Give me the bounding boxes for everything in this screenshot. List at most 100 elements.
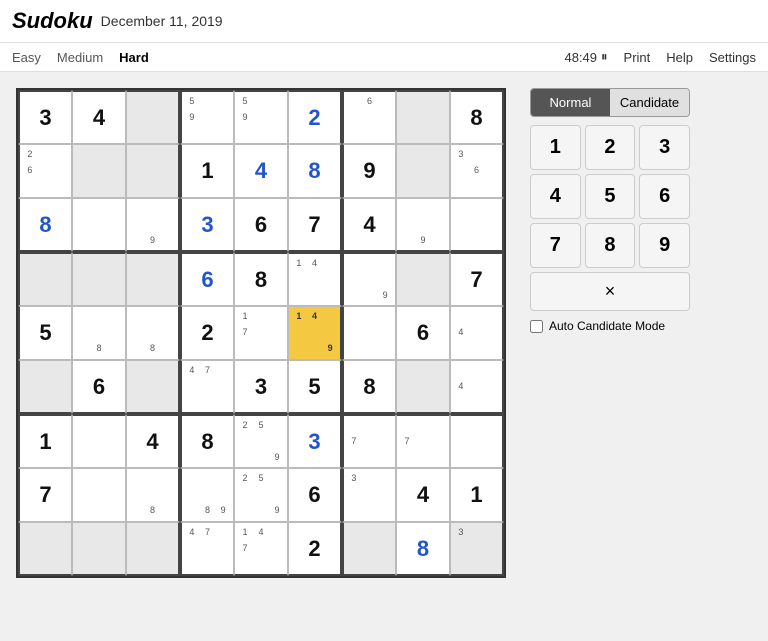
numpad-btn-7[interactable]: 7 <box>530 223 581 268</box>
cell[interactable]: 4 <box>126 414 180 468</box>
cell[interactable]: 3 <box>234 360 288 414</box>
numpad-btn-9[interactable]: 9 <box>639 223 690 268</box>
cell[interactable]: 6 <box>396 306 450 360</box>
cell[interactable]: 9 <box>126 198 180 252</box>
cell[interactable] <box>126 144 180 198</box>
cell[interactable] <box>72 252 126 306</box>
cell[interactable] <box>126 522 180 576</box>
cell[interactable]: 7 <box>288 198 342 252</box>
cell[interactable] <box>126 360 180 414</box>
cell[interactable] <box>342 306 396 360</box>
cell[interactable] <box>396 360 450 414</box>
cell[interactable]: 6 <box>180 252 234 306</box>
cell[interactable]: 259 <box>234 468 288 522</box>
cell[interactable]: 2 <box>288 522 342 576</box>
help-button[interactable]: Help <box>666 50 693 65</box>
cell[interactable]: 3 <box>18 90 72 144</box>
cell[interactable] <box>396 252 450 306</box>
cell[interactable] <box>72 468 126 522</box>
cell[interactable]: 8 <box>72 306 126 360</box>
cell[interactable]: 147 <box>234 522 288 576</box>
cell[interactable]: 7 <box>450 252 504 306</box>
numpad-btn-8[interactable]: 8 <box>585 223 636 268</box>
cell[interactable]: 4 <box>450 360 504 414</box>
cell[interactable] <box>396 144 450 198</box>
cell[interactable]: 4 <box>342 198 396 252</box>
cell[interactable]: 8 <box>234 252 288 306</box>
cell[interactable] <box>450 198 504 252</box>
numpad-btn-6[interactable]: 6 <box>639 174 690 219</box>
cell[interactable]: 1 <box>450 468 504 522</box>
cell[interactable]: 9 <box>342 252 396 306</box>
cell[interactable]: 59 <box>180 90 234 144</box>
cell[interactable]: 3 <box>288 414 342 468</box>
cell[interactable]: 1 <box>180 144 234 198</box>
cell[interactable]: 5 <box>288 360 342 414</box>
cell[interactable]: 7 <box>396 414 450 468</box>
cell[interactable] <box>450 414 504 468</box>
erase-button[interactable]: × <box>530 272 690 311</box>
numpad-btn-5[interactable]: 5 <box>585 174 636 219</box>
cell[interactable] <box>72 522 126 576</box>
cell[interactable]: 6 <box>72 360 126 414</box>
cell[interactable] <box>126 252 180 306</box>
cell[interactable] <box>126 90 180 144</box>
print-button[interactable]: Print <box>624 50 651 65</box>
cell[interactable]: 8 <box>18 198 72 252</box>
numpad-btn-1[interactable]: 1 <box>530 125 581 170</box>
cell[interactable]: 8 <box>288 144 342 198</box>
cell[interactable] <box>72 144 126 198</box>
cell[interactable]: 26 <box>18 144 72 198</box>
cell[interactable]: 89 <box>180 468 234 522</box>
cell[interactable]: 7 <box>18 468 72 522</box>
cell[interactable]: 9 <box>396 198 450 252</box>
numpad-btn-4[interactable]: 4 <box>530 174 581 219</box>
cell[interactable] <box>18 360 72 414</box>
cell[interactable]: 2 <box>288 90 342 144</box>
cell[interactable]: 6 <box>234 198 288 252</box>
cell[interactable]: 6 <box>342 90 396 144</box>
cell[interactable] <box>18 522 72 576</box>
cell[interactable] <box>342 522 396 576</box>
auto-candidate-checkbox[interactable] <box>530 320 543 333</box>
cell[interactable]: 259 <box>234 414 288 468</box>
cell[interactable]: 47 <box>180 522 234 576</box>
normal-mode-button[interactable]: Normal <box>531 89 610 116</box>
cell[interactable]: 3 <box>180 198 234 252</box>
cell[interactable]: 8 <box>450 90 504 144</box>
cell[interactable]: 4 <box>72 90 126 144</box>
cell[interactable]: 4 <box>234 144 288 198</box>
cell[interactable]: 17 <box>234 306 288 360</box>
difficulty-easy[interactable]: Easy <box>12 50 41 65</box>
cell[interactable]: 4 <box>450 306 504 360</box>
cell[interactable]: 7 <box>342 414 396 468</box>
cell[interactable]: 4 <box>396 468 450 522</box>
cell[interactable] <box>18 252 72 306</box>
numpad-btn-3[interactable]: 3 <box>639 125 690 170</box>
cell[interactable] <box>72 198 126 252</box>
numpad-btn-2[interactable]: 2 <box>585 125 636 170</box>
cell[interactable]: 47 <box>180 360 234 414</box>
difficulty-medium[interactable]: Medium <box>57 50 103 65</box>
cell[interactable]: 9 <box>342 144 396 198</box>
candidate-mode-button[interactable]: Candidate <box>610 89 689 116</box>
cell[interactable]: 6 <box>288 468 342 522</box>
cell[interactable]: 59 <box>234 90 288 144</box>
cell[interactable]: 8 <box>396 522 450 576</box>
cell[interactable]: 2 <box>180 306 234 360</box>
cell[interactable]: 3 <box>342 468 396 522</box>
cell[interactable]: 8 <box>126 306 180 360</box>
cell[interactable]: 8 <box>342 360 396 414</box>
cell[interactable]: 8 <box>180 414 234 468</box>
settings-button[interactable]: Settings <box>709 50 756 65</box>
cell[interactable] <box>72 414 126 468</box>
cell[interactable]: 5 <box>18 306 72 360</box>
cell[interactable]: 3 <box>450 522 504 576</box>
pause-button[interactable]: ⏸ <box>601 49 608 65</box>
cell[interactable]: 14 <box>288 252 342 306</box>
cell[interactable]: 36 <box>450 144 504 198</box>
cell[interactable]: 1 <box>18 414 72 468</box>
difficulty-hard[interactable]: Hard <box>119 50 149 65</box>
cell[interactable]: 8 <box>126 468 180 522</box>
cell[interactable]: 149 <box>288 306 342 360</box>
